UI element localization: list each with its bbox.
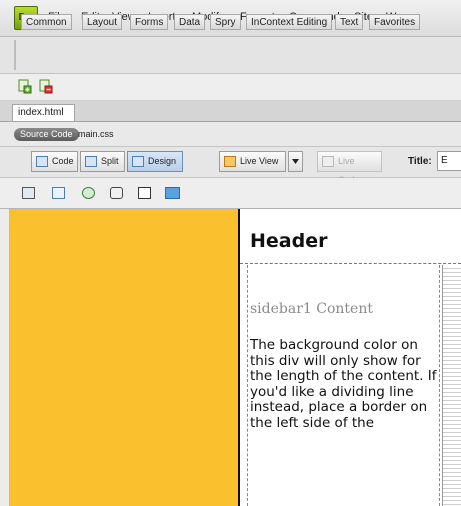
- content-column[interactable]: [442, 265, 461, 506]
- live-code-icon: [322, 156, 334, 167]
- code-view-label: Code: [52, 156, 74, 166]
- split-view-label: Split: [101, 156, 119, 166]
- tab-favorites[interactable]: Favorites: [369, 14, 421, 30]
- outer-left-column: [10, 209, 238, 506]
- source-code-button[interactable]: Source Code: [14, 128, 79, 141]
- live-view-label: Live View: [240, 156, 279, 166]
- main-css-link[interactable]: main.css: [78, 128, 114, 141]
- tab-text[interactable]: Text: [335, 14, 364, 30]
- browser-check-icon[interactable]: [110, 187, 123, 199]
- tab-spry[interactable]: Spry: [210, 14, 241, 30]
- live-view-options-button[interactable]: [288, 151, 303, 172]
- remove-item-icon[interactable]: [39, 79, 53, 94]
- insert-icon-row: [0, 74, 461, 101]
- live-view-button[interactable]: Live View: [219, 151, 286, 172]
- panel-grip[interactable]: [14, 40, 16, 70]
- tab-incontext-editing[interactable]: InContext Editing: [246, 14, 333, 30]
- live-code-button: Live Code: [317, 151, 382, 185]
- split-view-button[interactable]: Split: [80, 151, 125, 172]
- header-border: [240, 263, 461, 264]
- insert-panel: [0, 37, 461, 74]
- page-header[interactable]: Header: [250, 230, 327, 252]
- multiscreen-icon[interactable]: [22, 187, 35, 199]
- sidebar-text[interactable]: The background color on this div will on…: [250, 337, 440, 431]
- document-tab-label: index.html: [18, 107, 64, 118]
- code-view-button[interactable]: Code: [31, 151, 78, 172]
- design-view-icon: [132, 156, 144, 167]
- live-view-icon: [224, 156, 236, 167]
- add-item-icon[interactable]: [18, 79, 32, 94]
- document-tab[interactable]: index.html ×: [12, 104, 75, 133]
- tab-data[interactable]: Data: [174, 14, 206, 30]
- split-view-icon: [85, 156, 97, 167]
- chevron-down-icon: [292, 159, 299, 164]
- file-management-icon[interactable]: [82, 187, 95, 199]
- tab-layout[interactable]: Layout: [82, 14, 123, 30]
- panel-edge: [0, 209, 10, 506]
- tab-forms[interactable]: Forms: [130, 14, 169, 30]
- preview-icon[interactable]: [52, 187, 65, 199]
- title-input[interactable]: E: [437, 151, 461, 171]
- visual-aids-icon[interactable]: [165, 187, 180, 199]
- design-view-label: Design: [148, 156, 177, 166]
- code-view-icon: [36, 156, 48, 167]
- sidebar-heading[interactable]: sidebar1 Content: [250, 301, 373, 317]
- tab-common[interactable]: Common: [21, 14, 72, 30]
- validate-icon[interactable]: [138, 187, 151, 199]
- title-label: Title:: [408, 156, 432, 167]
- design-view-button[interactable]: Design: [127, 151, 183, 172]
- browser-toolbar: [0, 178, 461, 209]
